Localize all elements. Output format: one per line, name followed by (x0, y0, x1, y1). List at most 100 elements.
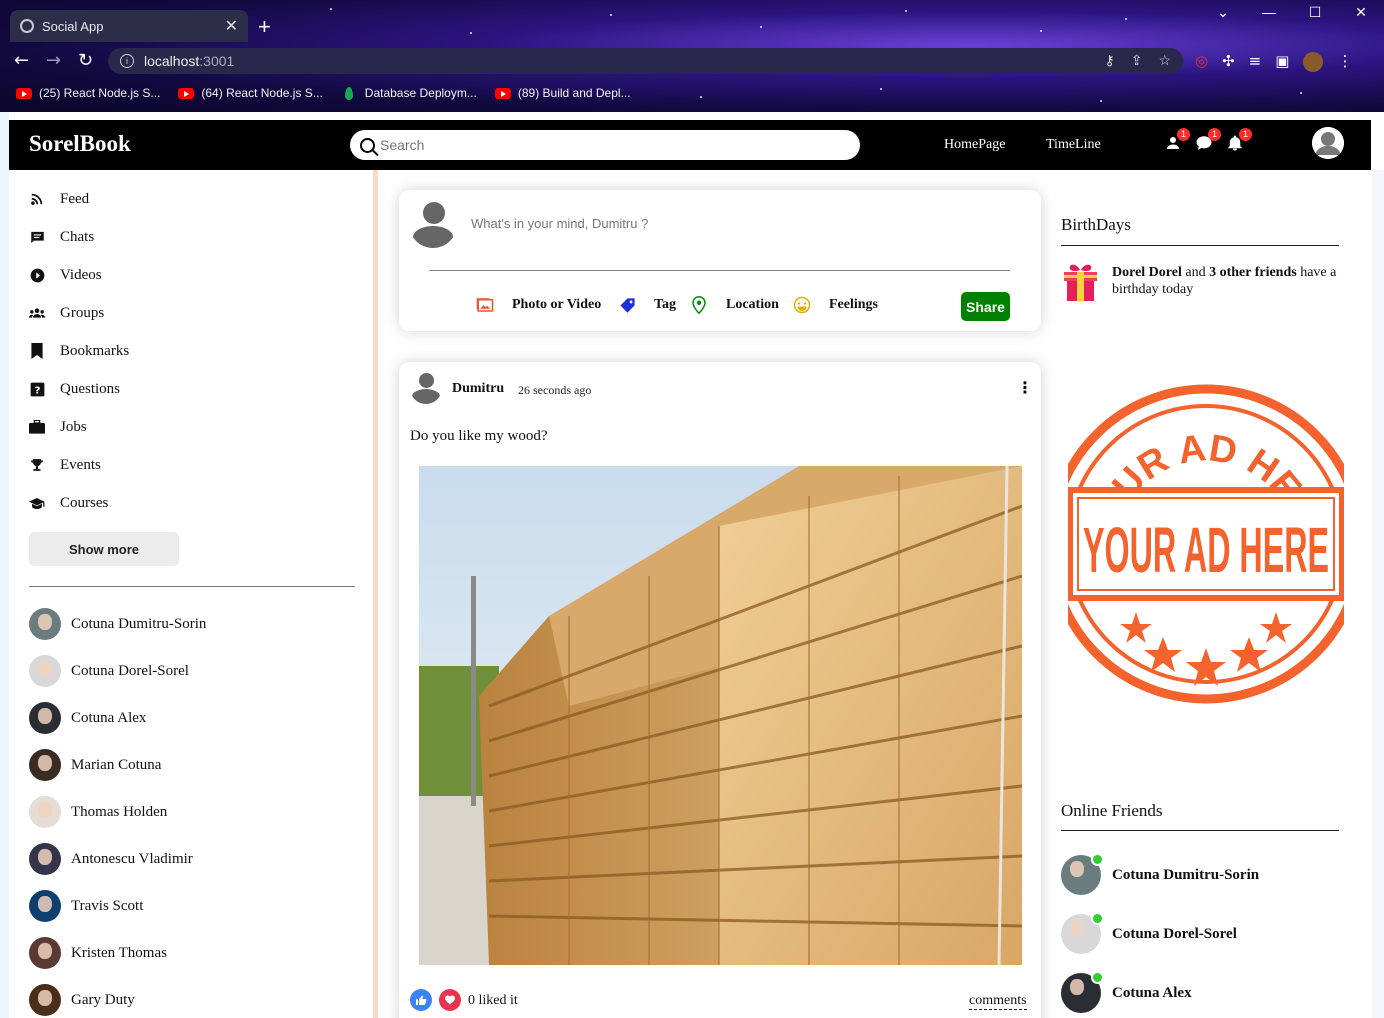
share-input[interactable] (471, 216, 971, 231)
share-button[interactable]: Share (961, 292, 1010, 321)
profile-avatar[interactable] (1312, 127, 1344, 159)
nav-homepage[interactable]: HomePage (944, 137, 1005, 153)
sidebar-item-label: Questions (60, 380, 120, 397)
profile-avatar[interactable] (1303, 52, 1324, 72)
show-more-button[interactable]: Show more (29, 532, 179, 566)
close-window-icon[interactable]: ✕ (1348, 4, 1374, 21)
chat-icon (29, 229, 45, 245)
option-label: Tag (654, 297, 677, 312)
avatar (29, 655, 61, 687)
sidebar-item-feed[interactable]: Feed (29, 189, 89, 209)
bookmark-item[interactable]: (64) React Node.js S... (178, 86, 323, 100)
browser-tab[interactable]: Social App ✕ (10, 10, 248, 42)
new-tab-button[interactable]: + (258, 14, 271, 40)
tag-option[interactable]: Tag (618, 296, 676, 314)
media-icon[interactable]: ≡ (1249, 52, 1262, 72)
address-bar[interactable]: i localhost:3001 ⚷ ⇪ ☆ (108, 48, 1183, 74)
photo-video-option[interactable]: Photo or Video (476, 296, 601, 314)
friend-name: Gary Duty (71, 991, 135, 1008)
sidebar-item-groups[interactable]: Groups (29, 303, 104, 323)
friend-requests-badge: 1 (1177, 128, 1190, 141)
puzzle-icon[interactable]: ✣ (1222, 52, 1235, 72)
site-info-icon[interactable]: i (120, 54, 134, 68)
bookmark-star-icon[interactable]: ☆ (1158, 52, 1171, 69)
side-panel-icon[interactable]: ▣ (1275, 52, 1289, 72)
bookmark-item[interactable]: Database Deploym... (341, 86, 477, 100)
friend-list-item[interactable]: Kristen Thomas (29, 937, 167, 969)
share-page-icon[interactable]: ⇪ (1131, 52, 1143, 69)
app-logo[interactable]: SorelBook (29, 131, 131, 157)
minimize-icon[interactable]: — (1256, 4, 1282, 21)
friend-list-item[interactable]: Travis Scott (29, 890, 143, 922)
bookmark-item[interactable]: (25) React Node.js S... (16, 86, 160, 100)
post-author-avatar[interactable] (410, 372, 442, 404)
reload-icon[interactable]: ↻ (78, 50, 93, 71)
emoji-icon (793, 296, 811, 314)
friend-list-item[interactable]: Thomas Holden (29, 796, 167, 828)
notifications-icon[interactable]: 1 (1226, 128, 1252, 152)
messages-badge: 1 (1208, 128, 1221, 141)
friend-name: Marian Cotuna (71, 756, 162, 773)
tab-search-icon[interactable]: ⌄ (1210, 4, 1236, 21)
advertisement-stamp[interactable]: YOUR AD HERE YOUR AD HERE (1046, 349, 1366, 704)
bookmark-item[interactable]: (89) Build and Depl... (494, 86, 631, 100)
friend-list-item[interactable]: Cotuna Dumitru-Sorin (29, 608, 206, 640)
search-input[interactable] (380, 137, 820, 153)
maximize-icon[interactable]: ☐ (1302, 4, 1328, 21)
messages-icon[interactable]: 1 (1195, 128, 1221, 152)
friend-list-item[interactable]: Gary Duty (29, 984, 135, 1016)
friend-requests-icon[interactable]: 1 (1164, 128, 1190, 152)
sidebar-item-courses[interactable]: Courses (29, 493, 108, 513)
friend-name: Antonescu Vladimir (71, 850, 193, 867)
bookmark-label: (25) React Node.js S... (39, 86, 161, 100)
online-indicator (1091, 912, 1104, 925)
sidebar-item-jobs[interactable]: Jobs (29, 417, 87, 437)
more-options-icon[interactable]: ⋮ (1017, 378, 1033, 397)
menu-kebab-icon[interactable]: ⋮ (1337, 52, 1352, 72)
nav-timeline[interactable]: TimeLine (1046, 137, 1101, 153)
key-icon[interactable]: ⚷ (1104, 52, 1114, 69)
feelings-option[interactable]: Feelings (793, 296, 878, 314)
comments-link[interactable]: comments (969, 993, 1027, 1010)
heart-icon[interactable] (439, 989, 461, 1011)
tab-title: Social App (42, 18, 104, 34)
sidebar-item-questions[interactable]: ? Questions (29, 379, 120, 399)
option-label: Photo or Video (512, 297, 602, 312)
like-icon[interactable] (410, 989, 432, 1011)
close-tab-icon[interactable]: ✕ (225, 16, 238, 36)
sidebar-item-events[interactable]: Events (29, 455, 101, 475)
location-option[interactable]: Location (690, 296, 779, 314)
user-avatar (409, 200, 457, 248)
sidebar-item-bookmarks[interactable]: Bookmarks (29, 341, 129, 361)
back-icon[interactable]: ← (14, 50, 29, 71)
avatar (1061, 912, 1104, 954)
online-friend-name: Cotuna Dumitru-Sorin (1112, 866, 1260, 883)
online-friend-item[interactable]: Cotuna Dorel-Sorel (1061, 912, 1237, 954)
friend-list-item[interactable]: Cotuna Alex (29, 702, 146, 734)
sidebar-item-label: Courses (60, 494, 109, 511)
online-indicator (1091, 971, 1104, 984)
bookmark-label: Database Deploym... (364, 86, 477, 100)
right-scroll-edge (1372, 170, 1384, 1018)
post-author-name[interactable]: Dumitru (452, 381, 504, 397)
extension-icon[interactable]: ◎ (1195, 52, 1208, 72)
option-label: Location (726, 297, 779, 312)
search-bar[interactable] (350, 130, 860, 160)
avatar (29, 937, 61, 969)
bookmarks-bar: (25) React Node.js S... (64) React Node.… (0, 82, 649, 104)
sidebar-item-chats[interactable]: Chats (29, 227, 94, 247)
online-friend-name: Cotuna Dorel-Sorel (1112, 925, 1237, 942)
online-friend-item[interactable]: Cotuna Dumitru-Sorin (1061, 853, 1260, 895)
friend-name: Cotuna Alex (71, 709, 147, 726)
trophy-icon (29, 457, 45, 473)
friend-list-item[interactable]: Cotuna Dorel-Sorel (29, 655, 189, 687)
avatar (29, 702, 61, 734)
left-edge (0, 112, 9, 1018)
sidebar-item-videos[interactable]: Videos (29, 265, 102, 285)
friend-list-item[interactable]: Antonescu Vladimir (29, 843, 193, 875)
online-friend-item[interactable]: Cotuna Alex (1061, 971, 1192, 1013)
friend-list-item[interactable]: Marian Cotuna (29, 749, 161, 781)
post-image[interactable] (419, 466, 1022, 965)
forward-icon[interactable]: → (46, 50, 61, 71)
url-host: localhost (144, 53, 200, 69)
